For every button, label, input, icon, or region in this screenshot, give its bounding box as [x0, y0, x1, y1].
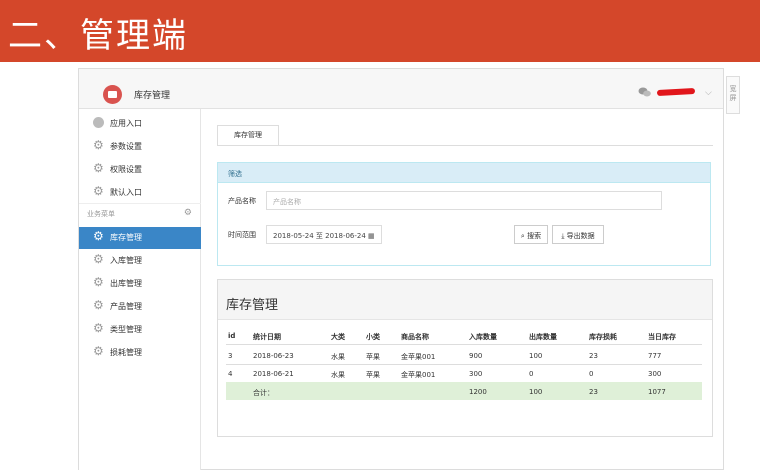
column-header: 商品名称	[401, 333, 429, 341]
gear-icon: ⚙	[93, 138, 104, 152]
calendar-icon: ▦	[368, 232, 375, 240]
table-cell: 300	[648, 370, 662, 378]
filter-title: 筛选	[218, 163, 710, 183]
app-title: 库存管理	[134, 91, 171, 101]
top-bar: 库存管理 ⌵	[79, 69, 723, 109]
table-cell: 23	[589, 352, 598, 360]
column-header: 入库数量	[469, 333, 497, 341]
gear-icon: ⚙	[93, 321, 104, 335]
table-cell: 0	[589, 370, 594, 378]
chat-icon	[93, 117, 104, 128]
divider	[226, 344, 702, 345]
sidebar-item-label: 损耗管理	[110, 348, 142, 357]
table-cell: 水果	[331, 353, 345, 361]
total-in: 1200	[469, 388, 487, 396]
date-range-label: 时间范围	[228, 231, 256, 239]
table-cell: 0	[529, 370, 534, 378]
table-cell: 3	[228, 352, 233, 360]
export-button[interactable]: ⤓ 导出数据	[552, 225, 604, 244]
search-button[interactable]: ⌕ 搜索	[514, 225, 548, 244]
table-cell: 100	[529, 352, 543, 360]
sidebar-section-header: 业务菜单 ⚙	[87, 208, 192, 225]
search-icon: ⌕	[520, 232, 525, 240]
sidebar-item-label: 产品管理	[110, 302, 142, 311]
sidebar-item-label: 入库管理	[110, 256, 142, 265]
column-header: 大类	[331, 333, 345, 341]
total-row: 合计： 1200 100 23 1077	[226, 382, 702, 400]
sidebar-item-app-entry[interactable]: 应用入口	[79, 113, 201, 135]
sidebar-item-label: 默认入口	[110, 188, 142, 197]
total-out: 100	[529, 388, 543, 396]
table-cell: 4	[228, 370, 233, 378]
banner: 二、管理端	[0, 0, 760, 62]
table-cell: 金苹果001	[401, 353, 436, 361]
gear-icon: ⚙	[93, 344, 104, 358]
sidebar-item-label: 应用入口	[110, 119, 142, 128]
user-name[interactable]	[656, 88, 696, 96]
table-cell: 300	[469, 370, 483, 378]
sidebar-item-permissions[interactable]: ⚙ 权限设置	[79, 159, 201, 181]
table-cell: 2018-06-23	[253, 352, 294, 360]
table-cell: 900	[469, 352, 483, 360]
sidebar-item-label: 出库管理	[110, 279, 142, 288]
total-loss: 23	[589, 388, 598, 396]
gear-icon: ⚙	[93, 298, 104, 312]
wechat-icon[interactable]	[638, 87, 651, 97]
wide-screen-toggle[interactable]: 宽屏	[726, 76, 740, 114]
inventory-table-panel: 库存管理 id 统计日期 大类 小类 商品名称 入库数量 出库数量 库存损耗 当…	[217, 279, 713, 437]
table-cell: 苹果	[366, 371, 380, 379]
export-button-label: 导出数据	[566, 232, 595, 240]
sidebar-item-label: 参数设置	[110, 142, 142, 151]
table-cell: 777	[648, 352, 662, 360]
product-name-label: 产品名称	[228, 197, 256, 205]
column-header: 库存损耗	[589, 333, 617, 341]
sidebar-item-products[interactable]: ⚙ 产品管理	[79, 296, 201, 318]
column-header: id	[228, 332, 236, 340]
column-header: 当日库存	[648, 333, 676, 341]
divider	[79, 203, 201, 204]
column-header: 出库数量	[529, 333, 557, 341]
total-stock: 1077	[648, 388, 666, 396]
filter-panel: 筛选 产品名称 产品名称 时间范围 2018-05-24 至 2018-06-2…	[217, 162, 711, 266]
table-title: 库存管理	[218, 280, 712, 320]
sidebar-item-stock-in[interactable]: ⚙ 入库管理	[79, 250, 201, 272]
banner-title: 二、管理端	[8, 16, 188, 56]
table-cell: 2018-06-21	[253, 370, 294, 378]
gear-icon: ⚙	[93, 161, 104, 175]
gear-icon: ⚙	[93, 229, 104, 243]
app-logo-icon	[103, 85, 122, 104]
section-label: 业务菜单	[87, 210, 115, 218]
sidebar-item-label: 类型管理	[110, 325, 142, 334]
tab-inventory[interactable]: 库存管理	[217, 125, 279, 145]
chevron-down-icon[interactable]: ⌵	[705, 88, 712, 98]
gear-icon: ⚙	[93, 275, 104, 289]
sidebar-item-label: 库存管理	[110, 233, 142, 242]
date-range-input[interactable]: 2018-05-24 至 2018-06-24 ▦	[266, 225, 382, 244]
download-icon: ⤓	[561, 232, 565, 240]
table-cell: 苹果	[366, 353, 380, 361]
total-label: 合计：	[253, 389, 274, 397]
sidebar-item-types[interactable]: ⚙ 类型管理	[79, 319, 201, 341]
gear-icon: ⚙	[93, 184, 104, 198]
sidebar-item-inventory[interactable]: ⚙ 库存管理	[79, 227, 201, 249]
settings-icon[interactable]: ⚙	[184, 208, 192, 218]
divider	[226, 364, 702, 365]
search-button-label: 搜索	[527, 232, 542, 240]
gear-icon: ⚙	[93, 252, 104, 266]
table-cell: 水果	[331, 371, 345, 379]
sidebar-item-label: 权限设置	[110, 165, 142, 174]
sidebar-item-stock-out[interactable]: ⚙ 出库管理	[79, 273, 201, 295]
sidebar-item-params[interactable]: ⚙ 参数设置	[79, 136, 201, 158]
column-header: 统计日期	[253, 333, 281, 341]
sidebar-item-loss[interactable]: ⚙ 损耗管理	[79, 342, 201, 364]
app-window: 库存管理 ⌵ 应用入口 ⚙ 参数设置 ⚙ 权限设置 ⚙ 默认入口 业务菜单 ⚙	[78, 68, 724, 470]
sidebar: 应用入口 ⚙ 参数设置 ⚙ 权限设置 ⚙ 默认入口 业务菜单 ⚙ ⚙ 库存管理 …	[79, 109, 201, 470]
tab-divider	[217, 145, 713, 146]
table-cell: 金苹果001	[401, 371, 436, 379]
product-name-input[interactable]: 产品名称	[266, 191, 662, 210]
column-header: 小类	[366, 333, 380, 341]
date-range-value: 2018-05-24 至 2018-06-24	[273, 232, 366, 240]
sidebar-item-default-entry[interactable]: ⚙ 默认入口	[79, 182, 201, 204]
